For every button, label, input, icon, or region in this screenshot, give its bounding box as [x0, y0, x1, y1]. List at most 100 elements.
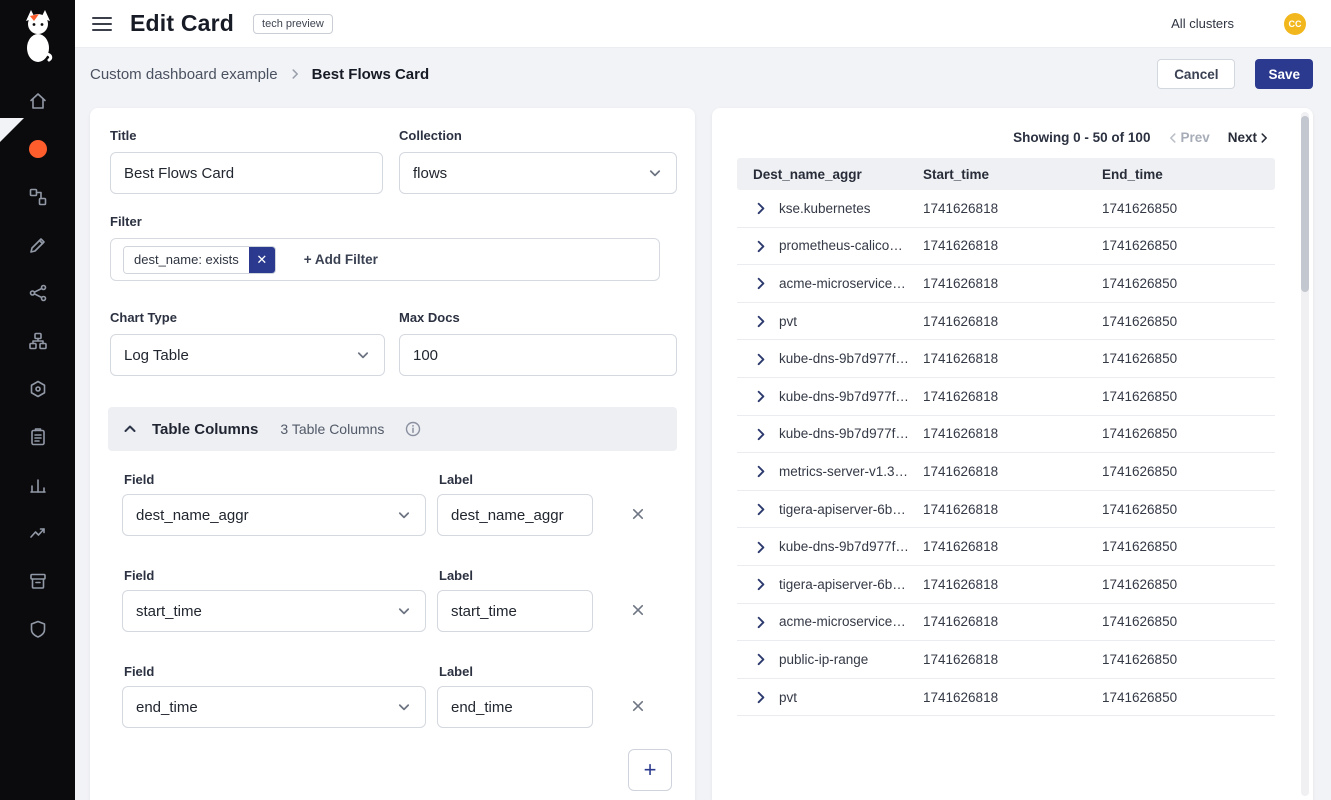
filter-chip[interactable]: dest_name: exists ✕: [123, 246, 276, 274]
menu-toggle-icon[interactable]: [92, 17, 112, 31]
filter-label: Filter: [110, 214, 142, 229]
table-row[interactable]: kube-dns-9b7d977f… 1741626818 1741626850: [737, 378, 1275, 416]
expand-chevron-icon[interactable]: [753, 275, 779, 291]
expand-chevron-icon[interactable]: [753, 200, 779, 216]
table-columns-header[interactable]: Table Columns 3 Table Columns: [108, 407, 677, 451]
chevron-down-icon: [355, 347, 371, 363]
card-preview-panel: Showing 0 - 50 of 100 Prev Next Dest_nam…: [712, 108, 1313, 800]
table-row[interactable]: public-ip-range 1741626818 1741626850: [737, 641, 1275, 679]
save-button[interactable]: Save: [1255, 59, 1313, 89]
expand-chevron-icon[interactable]: [753, 689, 779, 705]
col-header[interactable]: Start_time: [923, 167, 1102, 182]
sidebar-nav: [0, 77, 75, 653]
table-header-row: Dest_name_aggr Start_time End_time: [737, 158, 1275, 190]
threat-defense-icon[interactable]: [0, 605, 75, 653]
label-input[interactable]: [437, 590, 593, 632]
expand-chevron-icon[interactable]: [753, 388, 779, 404]
table-row[interactable]: prometheus-calico… 1741626818 1741626850: [737, 228, 1275, 266]
table-columns-title: Table Columns: [152, 421, 258, 438]
activity-icon[interactable]: [0, 509, 75, 557]
table-row[interactable]: acme-microservice… 1741626818 1741626850: [737, 265, 1275, 303]
expand-chevron-icon[interactable]: [753, 313, 779, 329]
expand-chevron-icon[interactable]: [753, 539, 779, 555]
sidebar-active-indicator: [0, 118, 24, 142]
add-filter-link[interactable]: + Add Filter: [304, 252, 378, 267]
cluster-selector[interactable]: All clusters: [1171, 16, 1234, 31]
info-icon[interactable]: [405, 421, 421, 437]
table-row[interactable]: pvt 1741626818 1741626850: [737, 679, 1275, 717]
calico-logo[interactable]: [18, 8, 58, 69]
policies-icon[interactable]: [0, 221, 75, 269]
remove-filter-icon[interactable]: ✕: [249, 246, 275, 274]
filter-chip-text: dest_name: exists: [124, 247, 249, 273]
compliance-icon[interactable]: [0, 413, 75, 461]
field-label: Field: [124, 472, 154, 487]
table-row[interactable]: kube-dns-9b7d977f… 1741626818 1741626850: [737, 340, 1275, 378]
filter-container[interactable]: dest_name: exists ✕ + Add Filter: [110, 238, 660, 281]
label-input[interactable]: [437, 494, 593, 536]
column-editor: Field end_time Label: [90, 664, 695, 760]
col-header[interactable]: End_time: [1102, 167, 1275, 182]
expand-chevron-icon[interactable]: [753, 463, 779, 479]
expand-chevron-icon[interactable]: [753, 651, 779, 667]
collapse-chevron-icon[interactable]: [122, 421, 138, 437]
expand-chevron-icon[interactable]: [753, 614, 779, 630]
chevron-left-icon: [1166, 131, 1180, 145]
expand-chevron-icon[interactable]: [753, 501, 779, 517]
label-label: Label: [439, 568, 473, 583]
add-column-button[interactable]: +: [628, 749, 672, 791]
chevron-down-icon: [396, 603, 412, 619]
table-row[interactable]: kube-dns-9b7d977f… 1741626818 1741626850: [737, 528, 1275, 566]
expand-chevron-icon[interactable]: [753, 351, 779, 367]
field-select[interactable]: dest_name_aggr: [122, 494, 426, 536]
tech-preview-badge: tech preview: [253, 14, 333, 34]
title-label: Title: [110, 128, 137, 143]
breadcrumb-bar: Custom dashboard example Best Flows Card…: [75, 48, 1331, 100]
label-label: Label: [439, 664, 473, 679]
label-input[interactable]: [437, 686, 593, 728]
expand-chevron-icon[interactable]: [753, 238, 779, 254]
table-row[interactable]: metrics-server-v1.3… 1741626818 17416268…: [737, 453, 1275, 491]
service-graph-icon[interactable]: [0, 173, 75, 221]
scrollbar-thumb[interactable]: [1301, 116, 1309, 292]
image-assurance-icon[interactable]: [0, 557, 75, 605]
title-input[interactable]: [110, 152, 383, 194]
remove-column-icon[interactable]: [624, 596, 652, 624]
remove-column-icon[interactable]: [624, 500, 652, 528]
collection-label: Collection: [399, 128, 462, 143]
next-button[interactable]: Next: [1228, 130, 1271, 145]
clusters-icon[interactable]: [0, 365, 75, 413]
breadcrumb-chevron-icon: [288, 67, 302, 81]
max-docs-label: Max Docs: [399, 310, 460, 325]
cancel-button[interactable]: Cancel: [1157, 59, 1235, 89]
expand-chevron-icon[interactable]: [753, 576, 779, 592]
preview-table: Dest_name_aggr Start_time End_time kse.k…: [737, 158, 1275, 716]
field-select[interactable]: end_time: [122, 686, 426, 728]
scrollbar-track[interactable]: [1301, 112, 1309, 796]
collection-select[interactable]: flows: [399, 152, 677, 194]
col-header[interactable]: Dest_name_aggr: [753, 167, 923, 182]
column-editor: Field start_time Label: [90, 568, 695, 664]
max-docs-input[interactable]: [399, 334, 677, 376]
avatar[interactable]: CC: [1284, 13, 1306, 35]
prev-button[interactable]: Prev: [1166, 130, 1209, 145]
expand-chevron-icon[interactable]: [753, 426, 779, 442]
table-row[interactable]: tigera-apiserver-6b… 1741626818 17416268…: [737, 491, 1275, 529]
app-header: Edit Card tech preview All clusters CC: [75, 0, 1331, 48]
chart-type-select[interactable]: Log Table: [110, 334, 385, 376]
label-label: Label: [439, 472, 473, 487]
table-row[interactable]: pvt 1741626818 1741626850: [737, 303, 1275, 341]
field-select[interactable]: start_time: [122, 590, 426, 632]
showing-text: Showing 0 - 50 of 100: [1013, 130, 1150, 145]
table-row[interactable]: acme-microservice… 1741626818 1741626850: [737, 604, 1275, 642]
table-row[interactable]: kse.kubernetes 1741626818 1741626850: [737, 190, 1275, 228]
chevron-down-icon: [396, 507, 412, 523]
breadcrumb-current: Best Flows Card: [312, 66, 430, 83]
table-row[interactable]: tigera-apiserver-6b… 1741626818 17416268…: [737, 566, 1275, 604]
breadcrumb-parent[interactable]: Custom dashboard example: [90, 66, 278, 83]
table-row[interactable]: kube-dns-9b7d977f… 1741626818 1741626850: [737, 416, 1275, 454]
remove-column-icon[interactable]: [624, 692, 652, 720]
network-sets-icon[interactable]: [0, 317, 75, 365]
endpoints-icon[interactable]: [0, 269, 75, 317]
logs-icon[interactable]: [0, 461, 75, 509]
